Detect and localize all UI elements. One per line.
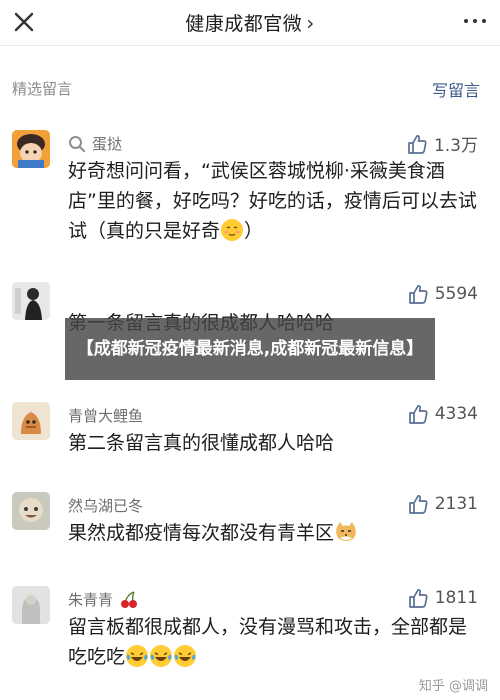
like-count: 1811 [434,588,478,608]
avatar[interactable] [12,282,50,320]
write-comment-link[interactable]: 写留言 [432,77,480,101]
search-icon [69,135,86,152]
laughing-tears-emoji-icon [126,645,149,667]
avatar[interactable] [12,130,50,168]
section-header: 精选留言 写留言 [0,74,500,104]
close-icon[interactable] [8,6,40,38]
top-bar: 健康成都官微 › [0,0,500,46]
comment-item: 然乌湖已冬 2131 果然成都疫情每次都没有青羊区 [0,492,500,572]
account-title[interactable]: 健康成都官微 › [185,9,315,36]
blush-emoji-icon [221,219,244,241]
watermark: 知乎 @调调 [419,675,488,694]
avatar[interactable] [12,586,50,624]
account-title-text: 健康成都官微 [185,13,303,35]
laughing-tears-emoji-icon [174,645,197,667]
comment-author: 蛋挞 [68,133,122,154]
comment-item: 青曾大鲤鱼 4334 第二条留言真的很懂成都人哈哈 [0,402,500,472]
like-count: 5594 [434,284,478,304]
comment-text: 果然成都疫情每次都没有青羊区 [68,518,480,548]
author-name: 青曾大鲤鱼 [68,407,144,425]
avatar[interactable] [12,402,50,440]
author-name: 蛋挞 [92,135,123,153]
like-button[interactable]: 4334 [407,403,478,425]
thumb-up-icon [408,285,428,304]
comment-text-end: ） [244,220,264,242]
author-name: 朱青青 [68,591,114,609]
cat-face-emoji-icon [336,522,356,541]
comment-text: 好奇想问问看，“武侯区蓉城悦柳·采薇美食酒店”里的餐，好吃吗？好吃的话，疫情后可… [68,156,480,246]
like-button[interactable]: 1811 [407,587,478,609]
like-count: 2131 [434,494,478,514]
comment-author: 青曾大鲤鱼 [68,405,143,426]
title-overlay-banner: 【成都新冠疫情最新消息,成都新冠最新信息】 [65,318,435,380]
comment-author: 然乌湖已冬 [68,495,143,516]
comment-text-body: 果然成都疫情每次都没有青羊区 [68,522,335,544]
comment-item: 蛋挞 1.3万 好奇想问问看，“武侯区蓉城悦柳·采薇美食酒店”里的餐，好吃吗？好… [0,130,500,260]
thumb-up-icon [408,589,428,608]
comment-text: 留言板都很成都人，没有漫骂和攻击，全部都是吃吃吃 [68,612,480,672]
like-button[interactable]: 5594 [407,283,478,305]
like-count: 1.3万 [433,136,478,156]
thumb-up-icon [408,495,428,514]
like-count: 4334 [434,404,478,424]
overlay-text: 【成都新冠疫情最新消息,成都新冠最新信息】 [76,339,424,359]
comment-text-body: 好奇想问问看，“武侯区蓉城悦柳·采薇美食酒店”里的餐，好吃吗？好吃的话，疫情后可… [68,160,477,242]
comment-text: 第二条留言真的很懂成都人哈哈 [68,432,335,454]
thumb-up-icon [408,134,427,154]
author-name: 然乌湖已冬 [68,497,144,515]
featured-comments-label: 精选留言 [12,80,73,98]
laughing-tears-emoji-icon [150,645,173,667]
like-button[interactable]: 2131 [407,493,478,515]
avatar[interactable] [12,492,50,530]
like-button[interactable]: 1.3万 [406,131,478,156]
cherry-emoji-icon [121,590,138,608]
chevron-right-icon: › [306,10,315,35]
watermark-text: 知乎 @调调 [418,679,488,694]
more-icon[interactable] [460,11,490,31]
thumb-up-icon [408,405,428,424]
comment-author: 朱青青 [68,589,139,610]
